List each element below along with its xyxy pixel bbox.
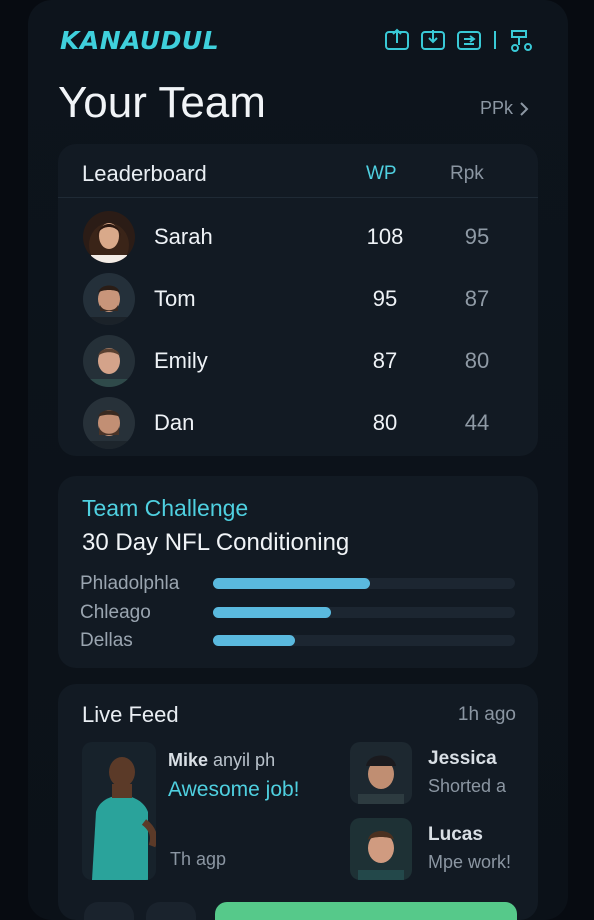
leaderboard-row-emily[interactable]: Emily 87 80 [58,330,538,392]
post-author: Mike anyil ph [168,750,275,771]
primary-action-button[interactable] [215,902,517,920]
feed-item[interactable]: Jessica Shorted a [350,742,530,806]
player-rpk: 87 [464,286,490,311]
leaderboard-title: Leaderboard [82,161,207,186]
player-rpk: 80 [464,348,490,373]
avatar [83,397,135,449]
feed-item-name: Lucas [428,824,483,845]
avatar [350,742,412,804]
team-challenge-card[interactable]: Team Challenge 30 Day NFL Conditioning P… [58,476,538,668]
live-feed-card: Live Feed 1h ago Mike anyil ph Awesome j… [58,684,538,920]
avatar [350,818,412,880]
sync-icon[interactable] [456,27,482,53]
feed-time: 1h ago [457,704,516,725]
player-rpk: 44 [464,410,490,435]
progress-fill [213,578,371,589]
ppk-link-label: PPk [480,98,514,118]
player-name: Tom [154,286,196,311]
progress-track [213,578,515,589]
team-label: Dellas [80,630,133,651]
bottom-action-button[interactable] [84,902,134,920]
player-wp: 95 [372,286,398,311]
leaderboard-header: Leaderboard WP Rpk [58,144,538,198]
toolbar-divider [494,31,496,49]
progress-fill [213,635,295,646]
leaderboard-card: Leaderboard WP Rpk Sarah 108 95 Tom 95 8… [58,144,538,456]
challenge-title: 30 Day NFL Conditioning [82,529,350,556]
leaderboard-row-tom[interactable]: Tom 95 87 [58,268,538,330]
player-wp: 80 [372,410,398,435]
player-name: Dan [154,410,195,435]
page-title: Your Team [58,78,266,127]
post-time: Th agp [170,849,227,869]
ppk-link[interactable]: PPk [480,98,529,119]
column-header-wp[interactable]: WP [366,163,397,185]
feed-item[interactable]: Lucas Mpe work! [350,818,530,882]
post-author-suffix: anyil ph [208,750,276,770]
top-toolbar [384,27,534,53]
chevron-right-icon [520,101,529,116]
upload-icon[interactable] [384,27,410,53]
team-label: Phladolphla [80,573,180,594]
challenge-team-row: Phladolphla [58,573,538,595]
avatar [83,335,135,387]
download-icon[interactable] [420,27,446,53]
leaderboard-row-sarah[interactable]: Sarah 108 95 [58,206,538,268]
post-photo[interactable] [82,742,156,880]
brand-logo: KANAUDUL [60,26,220,55]
player-name: Emily [154,348,208,373]
bottom-action-button[interactable] [146,902,196,920]
player-wp: 108 [366,224,404,249]
player-wp: 87 [372,348,398,373]
feed-title: Live Feed [82,702,179,727]
progress-fill [213,607,331,618]
post-author-name: Mike [168,750,209,770]
post-text: Awesome job! [168,778,300,801]
challenge-team-row: Dellas [58,630,538,652]
column-header-rpk[interactable]: Rpk [450,163,484,185]
feed-item-text: Shorted a [428,776,507,796]
feed-item-text: Mpe work! [428,852,512,872]
progress-track [213,607,515,618]
progress-track [213,635,515,646]
leaderboard-row-dan[interactable]: Dan 80 44 [58,392,538,454]
player-rpk: 95 [464,224,490,249]
settings-icon[interactable] [508,27,534,53]
player-name: Sarah [154,224,213,249]
challenge-team-row: Chleago [58,602,538,624]
avatar [83,211,135,263]
feed-item-name: Jessica [428,748,497,769]
challenge-kicker: Team Challenge [82,495,249,521]
team-label: Chleago [80,602,151,623]
avatar [83,273,135,325]
